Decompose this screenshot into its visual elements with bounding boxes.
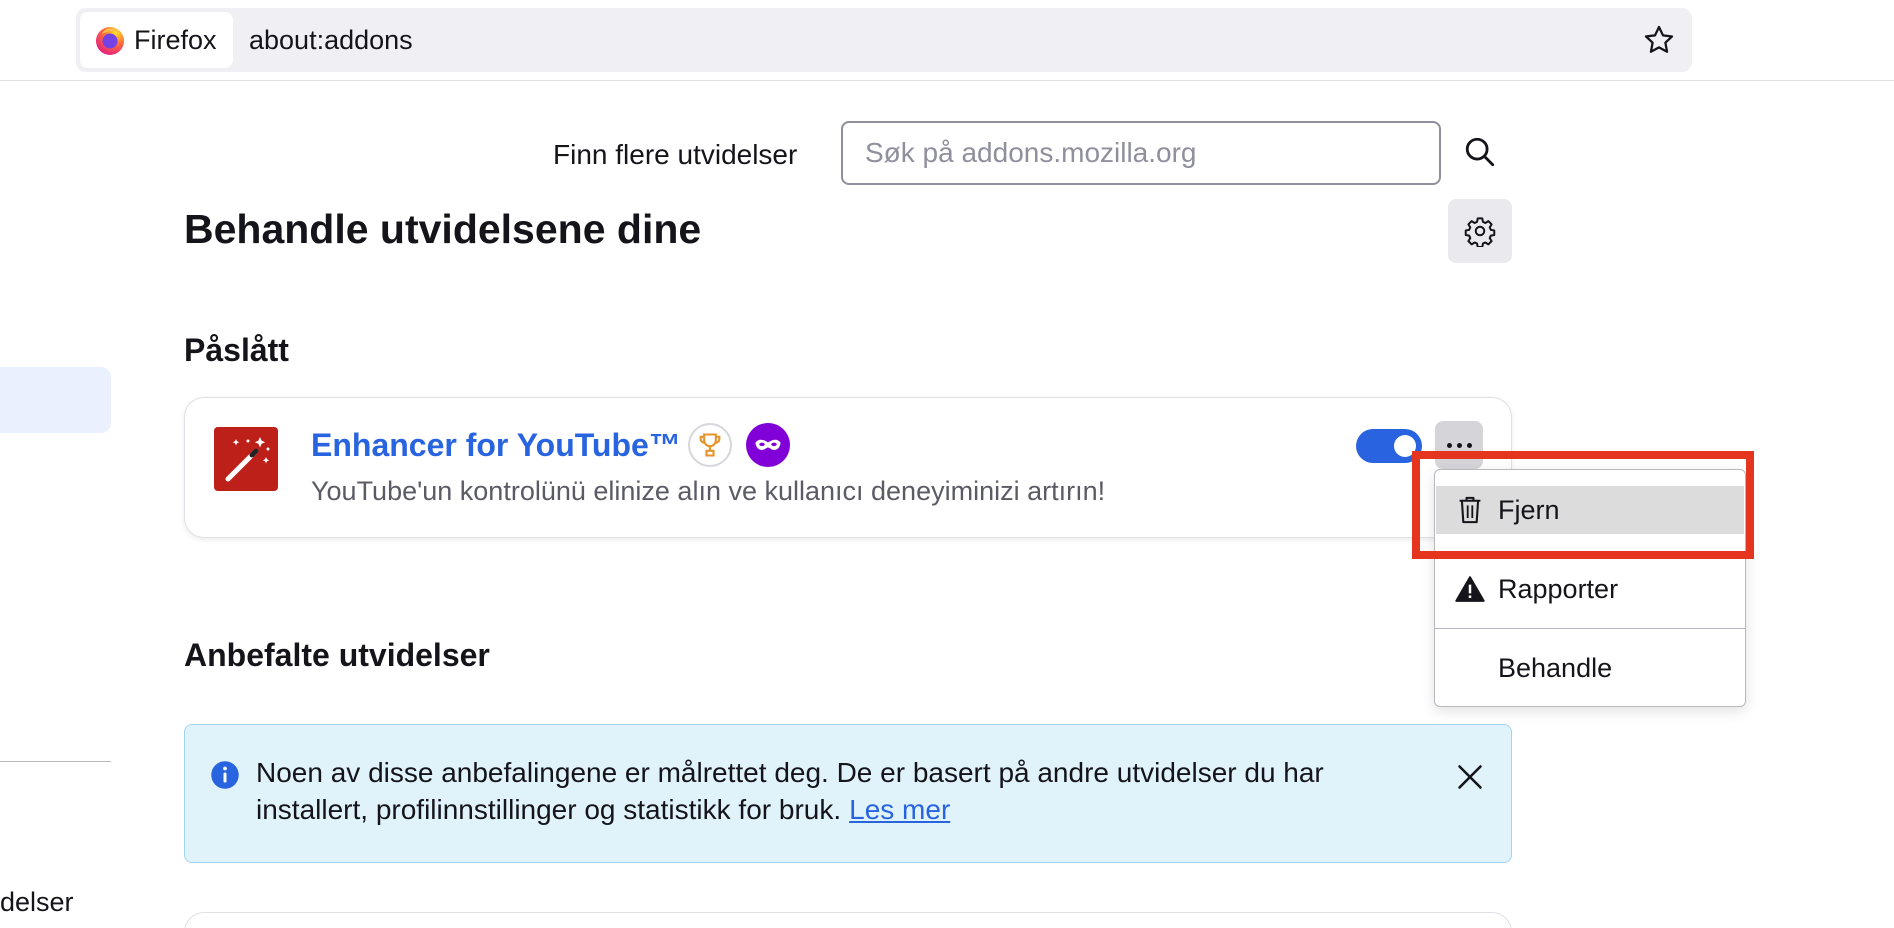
learn-more-link[interactable]: Les mer bbox=[849, 794, 950, 825]
notice-text: Noen av disse anbefalingene er målrettet… bbox=[256, 754, 1416, 828]
notice-close-button[interactable] bbox=[1450, 757, 1490, 797]
identity-label: Firefox bbox=[134, 24, 217, 55]
tools-button[interactable] bbox=[1448, 199, 1512, 263]
dot-icon bbox=[1446, 442, 1452, 448]
recommendation-notice: Noen av disse anbefalingene er målrettet… bbox=[184, 724, 1512, 863]
gear-icon bbox=[1464, 217, 1496, 247]
info-icon bbox=[211, 761, 239, 789]
private-browsing-badge[interactable] bbox=[746, 423, 790, 467]
page-title: Behandle utvidelsene dine bbox=[184, 206, 702, 252]
trash-icon bbox=[1454, 494, 1486, 526]
more-options-button[interactable] bbox=[1435, 421, 1483, 469]
search-icon bbox=[1465, 137, 1495, 167]
recommended-badge[interactable] bbox=[688, 423, 732, 467]
bookmark-star-icon[interactable] bbox=[1642, 23, 1676, 57]
browser-toolbar: Firefox about:addons bbox=[0, 0, 1894, 81]
notice-message: Noen av disse anbefalingene er målrettet… bbox=[256, 757, 1324, 825]
private-browsing-icon bbox=[755, 439, 781, 450]
menu-item-label: Behandle bbox=[1498, 652, 1613, 683]
trophy-icon bbox=[699, 433, 721, 457]
addon-name-link[interactable]: Enhancer for YouTube™ bbox=[311, 426, 681, 464]
magic-wand-icon bbox=[214, 427, 278, 491]
url-text[interactable]: about:addons bbox=[249, 8, 413, 72]
menu-item-label: Rapporter bbox=[1498, 573, 1619, 604]
warning-icon bbox=[1454, 573, 1486, 605]
menu-item-label: Fjern bbox=[1498, 494, 1560, 525]
dot-icon bbox=[1456, 442, 1462, 448]
addon-options-menu: Fjern Rapporter Behandle bbox=[1434, 469, 1746, 707]
enabled-section-title: Påslått bbox=[184, 332, 289, 368]
menu-item-remove[interactable]: Fjern bbox=[1436, 486, 1744, 534]
toggle-knob bbox=[1394, 435, 1416, 457]
addon-card[interactable]: Enhancer for YouTube™ YouTube'un kontrol… bbox=[184, 397, 1512, 538]
find-more-label: Finn flere utvidelser bbox=[553, 139, 798, 170]
menu-separator bbox=[1435, 628, 1745, 629]
addons-search-input[interactable] bbox=[841, 121, 1441, 185]
sidebar-item-label[interactable]: delser bbox=[0, 886, 74, 918]
addon-enable-toggle[interactable] bbox=[1356, 429, 1422, 463]
search-button[interactable] bbox=[1460, 132, 1500, 172]
identity-box[interactable]: Firefox bbox=[80, 12, 233, 68]
menu-separator bbox=[1435, 557, 1745, 558]
recommended-section-title: Anbefalte utvidelser bbox=[184, 637, 490, 673]
sidebar-divider bbox=[0, 761, 111, 762]
url-bar[interactable]: Firefox about:addons bbox=[76, 8, 1692, 72]
firefox-logo-icon bbox=[96, 27, 124, 55]
addon-description: YouTube'un kontrolünü elinize alın ve ku… bbox=[311, 476, 1106, 506]
close-icon bbox=[1458, 765, 1482, 789]
menu-item-report[interactable]: Rapporter bbox=[1436, 565, 1744, 613]
dot-icon bbox=[1466, 442, 1472, 448]
sidebar-item-extensions-selected[interactable] bbox=[0, 367, 111, 433]
menu-item-manage[interactable]: Behandle bbox=[1436, 644, 1744, 692]
recommended-addon-card[interactable] bbox=[184, 912, 1512, 928]
